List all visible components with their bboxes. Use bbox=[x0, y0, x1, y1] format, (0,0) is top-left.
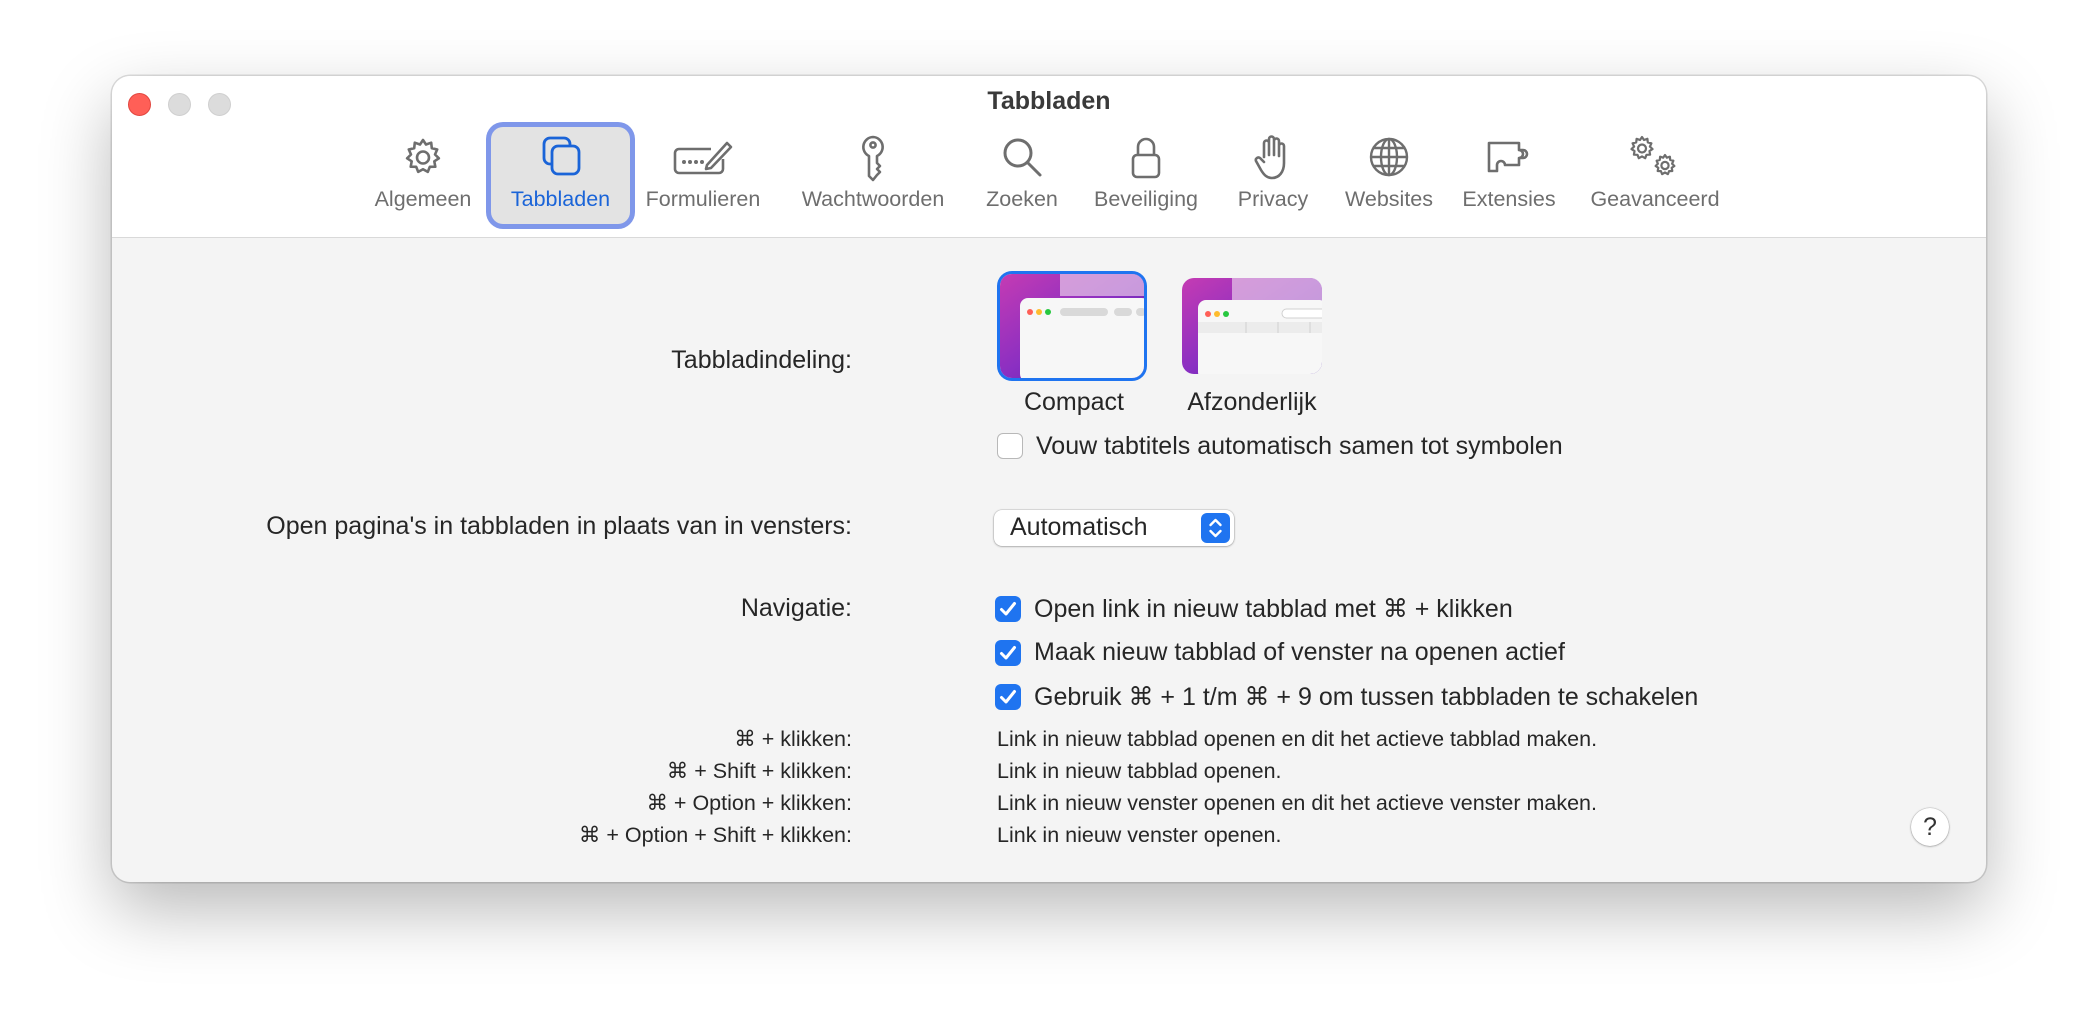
tab-algemeen[interactable]: Algemeen bbox=[367, 127, 479, 224]
magnifier-icon bbox=[1003, 138, 1042, 177]
tab-privacy[interactable]: Privacy bbox=[1228, 127, 1318, 224]
shortcut-keys: ⌘ + Option + Shift + klikken: bbox=[578, 823, 852, 847]
tab-label: Extensies bbox=[1462, 187, 1556, 211]
layout-option-compact-label: Compact bbox=[1023, 388, 1125, 416]
shortcut-description: Link in nieuw venster openen. bbox=[997, 823, 1282, 847]
tab-label: Zoeken bbox=[986, 187, 1058, 211]
activate-new-tab-label: Maak nieuw tabblad of venster na openen … bbox=[1034, 638, 1565, 666]
tab-extensies[interactable]: Extensies bbox=[1455, 127, 1563, 224]
shortcut-description: Link in nieuw tabblad openen en dit het … bbox=[997, 727, 1598, 751]
tab-geavanceerd[interactable]: Geavanceerd bbox=[1581, 127, 1729, 224]
puzzle-icon bbox=[1487, 141, 1529, 173]
tabs-icon bbox=[542, 136, 580, 176]
layout-option-separate[interactable] bbox=[1182, 278, 1322, 374]
shortcut-description: Link in nieuw venster openen en dit het … bbox=[997, 791, 1597, 815]
open-pages-label: Open pagina's in tabbladen in plaats van… bbox=[266, 512, 852, 540]
tab-label: Geavanceerd bbox=[1590, 187, 1720, 211]
shortcut-description: Link in nieuw tabblad openen. bbox=[997, 759, 1282, 783]
navigation-label: Navigatie: bbox=[740, 594, 852, 622]
tab-label: Websites bbox=[1344, 187, 1434, 211]
chevron-up-down-icon bbox=[1201, 513, 1230, 543]
hand-icon bbox=[1254, 135, 1286, 180]
key-icon bbox=[862, 135, 884, 182]
form-pencil-icon bbox=[673, 141, 733, 175]
help-button[interactable]: ? bbox=[1911, 808, 1949, 846]
checkmark-icon bbox=[1000, 646, 1016, 660]
tab-formulieren[interactable]: Formulieren bbox=[639, 127, 767, 224]
cmd-number-switch-label: Gebruik ⌘ + 1 t/m ⌘ + 9 om tussen tabbla… bbox=[1034, 683, 1699, 711]
window-title: Tabbladen bbox=[987, 87, 1111, 115]
compact-preview-image bbox=[1000, 274, 1150, 382]
separate-preview-image bbox=[1182, 278, 1322, 374]
layout-option-separate-label: Afzonderlijk bbox=[1187, 388, 1317, 416]
open-link-new-tab-checkbox[interactable] bbox=[995, 596, 1021, 622]
open-pages-select[interactable]: Automatisch bbox=[994, 510, 1234, 546]
shortcut-keys: ⌘ + klikken: bbox=[734, 727, 852, 751]
select-value: Automatisch bbox=[1010, 513, 1148, 541]
preferences-window: Tabbladen Algemeen Tabbladen Formulieren… bbox=[112, 76, 1986, 882]
tab-label: Wachtwoorden bbox=[801, 187, 945, 211]
shortcut-keys: ⌘ + Option + klikken: bbox=[646, 791, 852, 815]
layout-option-compact[interactable] bbox=[1000, 274, 1150, 382]
tab-label: Privacy bbox=[1237, 187, 1309, 211]
toolbar: Tabbladen Algemeen Tabbladen Formulieren… bbox=[112, 76, 1986, 238]
tab-tabbladen[interactable]: Tabbladen bbox=[491, 127, 630, 224]
tab-wachtwoorden[interactable]: Wachtwoorden bbox=[790, 127, 956, 224]
gears-icon bbox=[1630, 135, 1676, 176]
tab-label: Formulieren bbox=[645, 187, 761, 211]
tab-beveiliging[interactable]: Beveiliging bbox=[1085, 127, 1207, 224]
tab-label: Tabbladen bbox=[510, 187, 611, 211]
checkmark-icon bbox=[1000, 602, 1016, 616]
tab-label: Algemeen bbox=[374, 187, 472, 211]
tab-layout-label: Tabbladindeling: bbox=[671, 346, 852, 374]
globe-icon bbox=[1369, 137, 1409, 177]
open-link-new-tab-label: Open link in nieuw tabblad met ⌘ + klikk… bbox=[1034, 595, 1513, 623]
shortcut-keys: ⌘ + Shift + klikken: bbox=[666, 759, 852, 783]
lock-icon bbox=[1131, 137, 1161, 179]
gear-icon bbox=[405, 138, 441, 174]
tab-websites[interactable]: Websites bbox=[1334, 127, 1444, 224]
tab-label: Beveiliging bbox=[1094, 187, 1198, 211]
tab-zoeken[interactable]: Zoeken bbox=[979, 127, 1065, 224]
checkmark-icon bbox=[1000, 690, 1016, 704]
activate-new-tab-checkbox[interactable] bbox=[995, 640, 1021, 666]
collapse-tab-titles-label: Vouw tabtitels automatisch samen tot sym… bbox=[1036, 432, 1563, 460]
cmd-number-switch-checkbox[interactable] bbox=[995, 684, 1021, 710]
collapse-tab-titles-checkbox[interactable] bbox=[997, 433, 1023, 459]
